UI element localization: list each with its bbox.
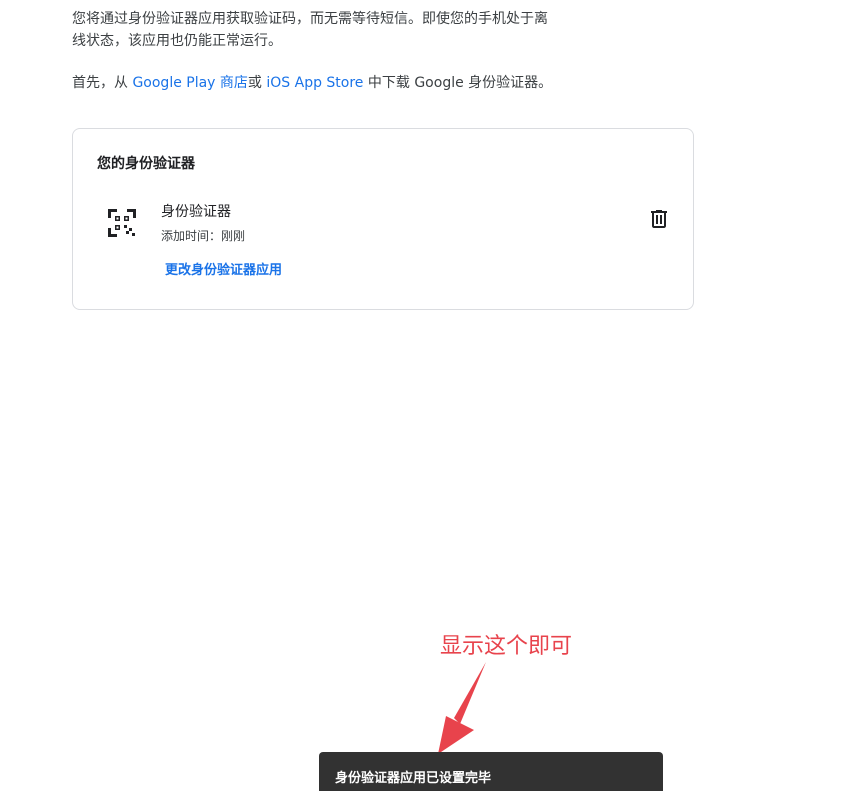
intro-line-2: 线状态，该应用也仍能正常运行。: [72, 33, 282, 49]
page: 您将通过身份验证器应用获取验证码，而无需等待短信。即使您的手机处于离 线状态，该…: [0, 0, 861, 791]
authenticator-name: 身份验证器: [161, 204, 231, 220]
authenticator-added-time: 添加时间：刚刚: [161, 229, 246, 243]
annotation-text: 显示这个即可: [440, 634, 573, 659]
intro-line-1: 您将通过身份验证器应用获取验证码，而无需等待短信。即使您的手机处于离: [72, 11, 548, 27]
intro-text: 您将通过身份验证器应用获取验证码，而无需等待短信。即使您的手机处于离 线状态，该…: [72, 8, 632, 52]
step-prefix: 首先，从: [72, 75, 133, 91]
step-suffix: 中下载 Google 身份验证器。: [363, 75, 553, 91]
annotation-arrow-icon: [438, 662, 486, 754]
google-play-link[interactable]: Google Play 商店: [132, 75, 247, 91]
authenticator-card: 您的身份验证器 身份验证器 添加时间：刚刚 更改身份验证器应用: [72, 128, 694, 310]
card-title: 您的身份验证器: [97, 156, 195, 172]
step-or: 或: [247, 75, 267, 91]
download-instructions: 首先，从 Google Play 商店或 iOS App Store 中下载 G…: [72, 72, 552, 94]
snackbar-message: 身份验证器应用已设置完毕: [335, 771, 492, 786]
qr-code-icon: [108, 209, 136, 237]
trash-icon[interactable]: [647, 207, 671, 231]
app-store-link[interactable]: iOS App Store: [266, 75, 363, 91]
snackbar: 身份验证器应用已设置完毕: [319, 752, 663, 791]
change-authenticator-link[interactable]: 更改身份验证器应用: [165, 259, 282, 278]
